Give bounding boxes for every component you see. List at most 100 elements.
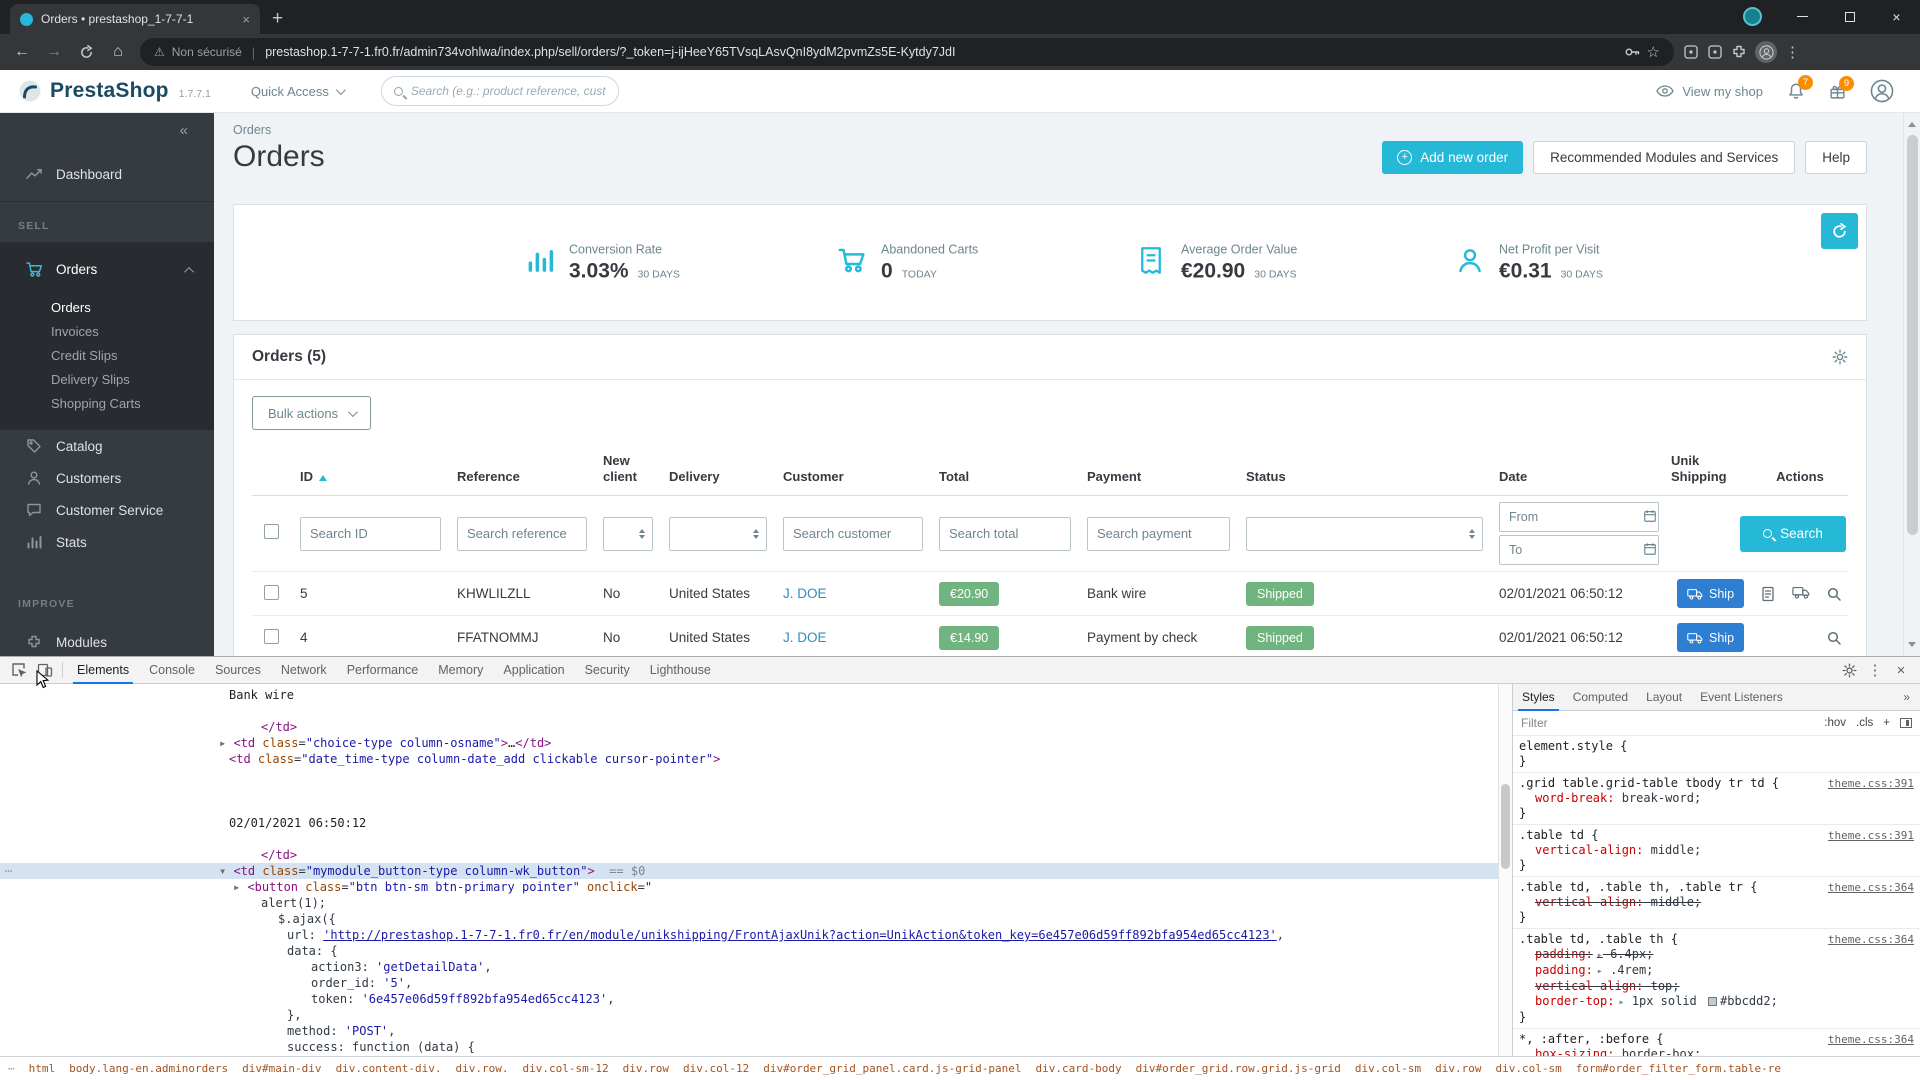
sidebar-item-modules[interactable]: Modules: [0, 626, 214, 656]
ship-button[interactable]: Ship: [1677, 623, 1745, 652]
col-payment[interactable]: Payment: [1079, 469, 1238, 495]
devtools-tab-network[interactable]: Network: [271, 657, 337, 684]
total-badge[interactable]: €14.90: [939, 625, 1000, 650]
breadcrumb-overflow-icon[interactable]: ⋯: [8, 1062, 15, 1075]
url-text[interactable]: prestashop.1-7-7-1.fr0.fr/admin734vohlwa…: [265, 45, 1616, 59]
dom-tree-line[interactable]: },: [0, 1007, 1498, 1023]
quick-access-menu[interactable]: Quick Access: [251, 84, 346, 99]
help-button[interactable]: Help: [1805, 141, 1867, 174]
sidebar-item-orders[interactable]: Orders: [0, 250, 214, 288]
dom-tree-line[interactable]: ▸ <button class="btn btn-sm btn-primary …: [0, 879, 1498, 895]
devtools-tab-elements[interactable]: Elements: [67, 657, 139, 684]
tab-close-icon[interactable]: ×: [242, 12, 250, 27]
dom-tree-line[interactable]: token: '6e457e06d59ff892bfa954ed65cc4123…: [0, 991, 1498, 1007]
col-id[interactable]: ID: [292, 469, 449, 495]
computed-sidebar-toggle-icon[interactable]: [1900, 718, 1912, 728]
stylesheet-link[interactable]: theme.css:391: [1828, 776, 1914, 791]
grid-settings-gear-icon[interactable]: [1832, 349, 1848, 365]
page-scrollbar[interactable]: [1903, 113, 1920, 656]
css-rule[interactable]: .table td {theme.css:391 vertical-align: …: [1513, 825, 1920, 877]
window-maximize-button[interactable]: [1826, 0, 1873, 33]
css-rule[interactable]: *, :after, :before {theme.css:364 box-siz…: [1513, 1029, 1920, 1056]
computed-tab[interactable]: Computed: [1564, 684, 1637, 711]
sidebar-subitem-delivery-slips[interactable]: Delivery Slips: [0, 368, 214, 392]
sidebar-item-stats[interactable]: Stats: [0, 526, 214, 558]
styles-filter-input[interactable]: Filter: [1521, 716, 1814, 730]
dom-tree-line[interactable]: </td>: [0, 719, 1498, 735]
col-delivery[interactable]: Delivery: [661, 469, 775, 495]
more-tabs-icon[interactable]: »: [1903, 690, 1920, 704]
password-key-icon[interactable]: [1624, 44, 1640, 60]
reload-icon[interactable]: [71, 37, 101, 67]
devtools-tab-lighthouse[interactable]: Lighthouse: [640, 657, 721, 684]
select-all-checkbox[interactable]: [264, 523, 279, 539]
dom-breadcrumb-item[interactable]: div.col-sm-12: [523, 1062, 609, 1075]
stylesheet-link[interactable]: theme.css:364: [1828, 1032, 1914, 1047]
col-total[interactable]: Total: [931, 469, 1079, 495]
extension-2-icon[interactable]: [1707, 44, 1723, 60]
devtools-kebab-icon[interactable]: ⋮: [1862, 657, 1888, 683]
announcements-gift[interactable]: 9: [1829, 75, 1854, 100]
view-order-icon[interactable]: [1826, 586, 1842, 602]
stylesheet-link[interactable]: theme.css:364: [1828, 932, 1914, 947]
dom-breadcrumb-item[interactable]: div.row: [623, 1062, 669, 1075]
sidebar-subitem-orders[interactable]: Orders: [0, 296, 214, 320]
admin-search-bar[interactable]: [380, 76, 619, 106]
devtools-close-icon[interactable]: ×: [1888, 657, 1914, 683]
ship-button[interactable]: Ship: [1677, 579, 1745, 608]
bulk-actions-button[interactable]: Bulk actions: [252, 396, 372, 430]
browser-tab[interactable]: Orders • prestashop_1-7-7-1 ×: [10, 4, 260, 34]
window-minimize-button[interactable]: [1779, 0, 1826, 33]
css-property[interactable]: vertical-align: top;: [1519, 979, 1914, 994]
dom-tree-line[interactable]: [0, 767, 1498, 783]
layout-tab[interactable]: Layout: [1637, 684, 1691, 711]
extensions-puzzle-icon[interactable]: [1731, 44, 1747, 60]
dom-tree-line[interactable]: method: 'POST',: [0, 1023, 1498, 1039]
sidebar-subitem-invoices[interactable]: Invoices: [0, 320, 214, 344]
dom-tree-line[interactable]: </td>: [0, 847, 1498, 863]
status-filter-select[interactable]: [1246, 516, 1483, 551]
window-close-button[interactable]: ×: [1873, 0, 1920, 33]
new-style-rule-button[interactable]: +: [1883, 717, 1890, 729]
dom-breadcrumb-item[interactable]: div.content-div.: [336, 1062, 442, 1075]
devtools-tab-sources[interactable]: Sources: [205, 657, 271, 684]
dom-tree-line[interactable]: url: 'http://prestashop.1-7-7-1.fr0.fr/e…: [0, 927, 1498, 943]
order-details-icon[interactable]: [1760, 586, 1776, 602]
dom-breadcrumb-item[interactable]: div.col-sm: [1355, 1062, 1421, 1075]
col-reference[interactable]: Reference: [449, 469, 595, 495]
address-bar[interactable]: ⚠ Non sécurisé | prestashop.1-7-7-1.fr0.…: [140, 38, 1674, 66]
back-icon[interactable]: ←: [7, 37, 37, 67]
css-property[interactable]: padding: ▸ .4rem;: [1519, 963, 1914, 979]
dom-tree-line[interactable]: Bank wire: [0, 687, 1498, 703]
delivery-filter-select[interactable]: [669, 516, 767, 551]
col-customer[interactable]: Customer: [775, 469, 931, 495]
css-rule[interactable]: element.style {}: [1513, 736, 1920, 773]
date-to-input[interactable]: [1499, 535, 1659, 565]
dom-breadcrumb-item[interactable]: form#order_filter_form.table-re: [1576, 1062, 1781, 1075]
css-property[interactable]: padding: ▸ 6.4px;: [1519, 947, 1914, 963]
dom-tree-line[interactable]: [0, 799, 1498, 815]
dom-tree-line[interactable]: [0, 783, 1498, 799]
stylesheet-link[interactable]: theme.css:364: [1828, 880, 1914, 895]
devtools-settings-gear-icon[interactable]: [1836, 657, 1862, 683]
dom-tree-line[interactable]: data: {: [0, 943, 1498, 959]
security-label[interactable]: Non sécurisé: [172, 45, 242, 59]
customer-link[interactable]: J. DOE: [775, 586, 827, 601]
styles-tab[interactable]: Styles: [1513, 684, 1564, 711]
search-total-input[interactable]: [939, 516, 1071, 551]
row-checkbox[interactable]: [264, 628, 279, 644]
scrollbar-thumb[interactable]: [1501, 784, 1510, 869]
sidebar-item-catalog[interactable]: Catalog: [0, 430, 214, 462]
order-row[interactable]: 4 FFATNOMMJ No United States J. DOE €14.…: [252, 616, 1848, 656]
home-icon[interactable]: ⌂: [103, 37, 133, 67]
dom-breadcrumb-item[interactable]: html: [29, 1062, 56, 1075]
kpi-refresh-button[interactable]: [1821, 213, 1858, 249]
sidebar-subitem-shopping-carts[interactable]: Shopping Carts: [0, 392, 214, 416]
delivery-slip-icon[interactable]: [1792, 586, 1810, 602]
forward-icon[interactable]: →: [39, 37, 69, 67]
bookmark-star-icon[interactable]: ☆: [1647, 43, 1660, 61]
dom-breadcrumb-item[interactable]: div#order_grid.row.grid.js-grid: [1136, 1062, 1341, 1075]
dom-breadcrumb-item[interactable]: div.col-12: [683, 1062, 749, 1075]
calendar-icon[interactable]: [1643, 509, 1657, 523]
sidebar-item-dashboard[interactable]: Dashboard: [0, 153, 214, 195]
